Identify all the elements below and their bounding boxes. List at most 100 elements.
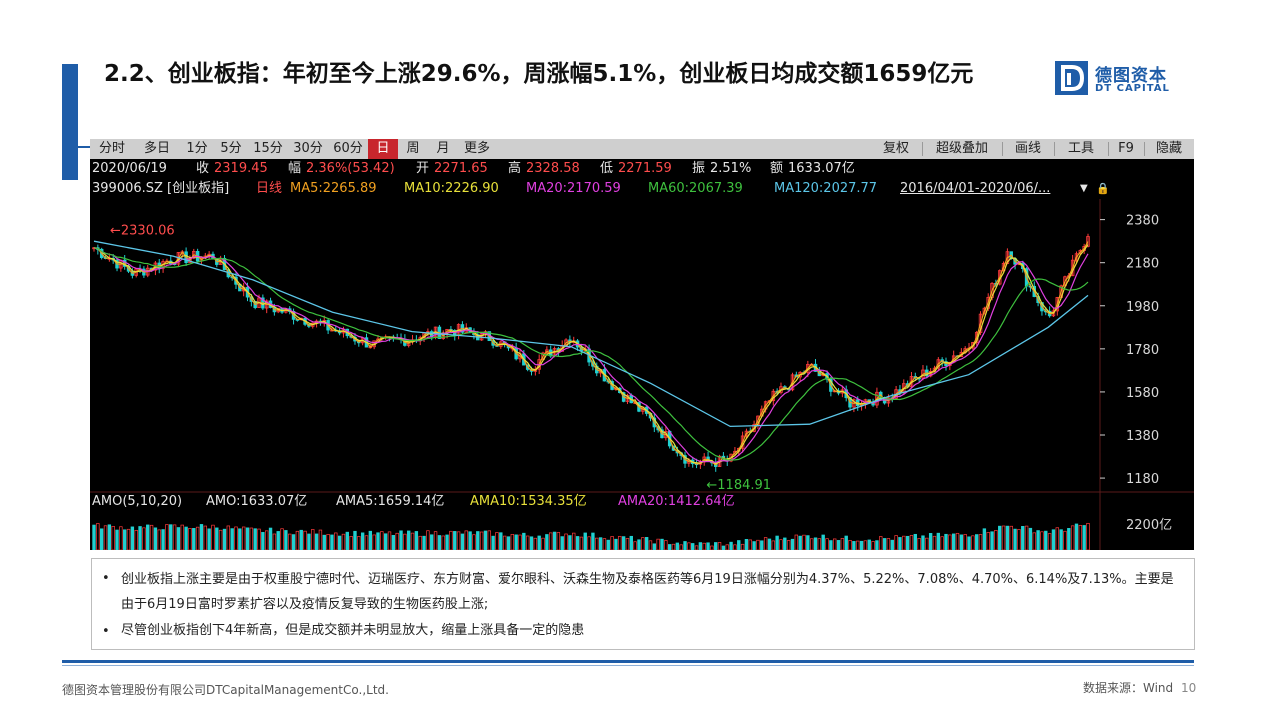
volume-bar	[809, 538, 814, 550]
toolbar-tab-1[interactable]: 多日	[134, 139, 180, 159]
volume-bar	[564, 533, 568, 550]
volume-legend-label: AMO:1633.07亿	[206, 494, 307, 509]
volume-legend-label: AMA10:1534.35亿	[470, 494, 587, 509]
volume-bar	[165, 524, 169, 550]
y-tick-label: 1580	[1126, 386, 1159, 401]
toolbar-tab-6[interactable]: 60分	[328, 139, 368, 159]
volume-bar	[456, 531, 461, 550]
volume-bar	[702, 542, 706, 550]
volume-bar	[836, 540, 841, 550]
volume-bar	[863, 540, 868, 550]
lock-icon[interactable]: 🔒	[1096, 179, 1110, 199]
volume-bar	[460, 533, 465, 550]
toolbar-tab-7[interactable]: 日	[368, 139, 398, 159]
volume-bar	[928, 533, 933, 550]
volume-bar	[368, 530, 373, 550]
volume-bar	[771, 540, 775, 550]
ma5-line	[93, 241, 1089, 466]
volume-bar	[936, 532, 941, 550]
amount-value: 1633.07亿	[788, 161, 855, 176]
volume-bar	[898, 537, 902, 550]
volume-bar	[595, 537, 599, 550]
volume-bar	[744, 539, 749, 550]
volume-bar	[207, 528, 211, 550]
volume-bar	[518, 534, 522, 550]
volume-bar	[913, 533, 917, 550]
volume-bar	[806, 535, 810, 550]
volume-bar	[330, 534, 334, 550]
volume-bar	[621, 536, 626, 550]
volume-bar	[353, 530, 357, 550]
toolbar-tool-3[interactable]: 工具	[1054, 139, 1108, 159]
volume-bar	[1047, 533, 1052, 550]
volume-bar	[652, 543, 657, 550]
volume-bar	[1028, 527, 1033, 550]
toolbar-tab-3[interactable]: 5分	[214, 139, 248, 159]
volume-bar	[641, 537, 645, 550]
volume-bar	[188, 528, 192, 550]
volume-bar	[491, 535, 495, 550]
toolbar-tab-5[interactable]: 30分	[288, 139, 328, 159]
volume-bar	[890, 539, 894, 550]
volume-bar	[909, 535, 914, 550]
volume-bar	[364, 535, 369, 550]
volume-bar	[502, 535, 507, 550]
volume-bar	[268, 527, 273, 550]
toolbar-tool-1[interactable]: 超级叠加	[922, 139, 1002, 159]
toolbar-tab-0[interactable]: 分时	[90, 139, 134, 159]
low-value: 2271.59	[618, 161, 672, 176]
volume-bar	[840, 538, 845, 550]
toolbar-separator	[1144, 142, 1145, 156]
volume-bar	[468, 531, 472, 550]
volume-bar	[963, 534, 967, 550]
index-code: 399006.SZ [创业板指]	[92, 181, 230, 196]
volume-bar	[341, 533, 346, 550]
volume-bar	[683, 541, 687, 550]
volume-bar	[921, 535, 925, 550]
volume-bar	[591, 532, 595, 550]
volume-bar	[1078, 525, 1083, 550]
toolbar-tool-4[interactable]: F9	[1108, 139, 1144, 159]
volume-bar	[1001, 525, 1006, 550]
volume-bar	[717, 542, 722, 550]
volume-bar	[115, 529, 119, 550]
volume-bar	[161, 529, 165, 550]
ma20-line	[93, 247, 1089, 464]
toolbar-tool-2[interactable]: 画线	[1002, 139, 1054, 159]
volume-bar	[556, 532, 561, 550]
date-range-selector[interactable]: 2016/04/01-2020/06/...	[900, 179, 1050, 199]
volume-bar	[349, 536, 353, 550]
extreme-value-label: ←1184.91	[706, 478, 771, 493]
volume-bar	[944, 533, 948, 550]
volume-bar	[760, 540, 764, 550]
volume-bar	[153, 527, 158, 550]
volume-bar	[859, 540, 864, 550]
volume-bar	[602, 538, 607, 550]
toolbar-tab-2[interactable]: 1分	[180, 139, 214, 159]
dropdown-arrow-icon[interactable]: ▼	[1080, 179, 1088, 199]
volume-bar	[376, 532, 380, 550]
toolbar-tool-5[interactable]: 隐藏	[1144, 139, 1194, 159]
volume-bar	[568, 535, 572, 550]
toolbar-tab-10[interactable]: 更多	[458, 139, 496, 159]
data-source: 数据来源：Wind	[1083, 681, 1174, 695]
volume-bar	[314, 533, 319, 550]
chart-toolbar: 分时 多日 1分 5分 15分 30分 60分日周月更多 复权 超级叠加 画线 工具 F9 隐藏	[90, 139, 1194, 159]
volume-bar	[249, 527, 254, 550]
volume-bar	[610, 536, 614, 550]
bullet-icon: •	[102, 571, 110, 586]
toolbar-tab-8[interactable]: 周	[398, 139, 428, 159]
amount-label: 额	[770, 161, 784, 176]
volume-bar	[149, 524, 154, 550]
volume-bar	[955, 532, 960, 550]
volume-bar	[1051, 529, 1056, 550]
toolbar-tool-0[interactable]: 复权	[870, 139, 922, 159]
extreme-value-label: ←2330.06	[110, 223, 175, 238]
volume-bar	[410, 532, 415, 550]
volume-bar	[848, 540, 852, 550]
volume-bar	[729, 541, 733, 550]
toolbar-tab-4[interactable]: 15分	[248, 139, 288, 159]
toolbar-tab-9[interactable]: 月	[428, 139, 458, 159]
kline-chart-panel: 分时 多日 1分 5分 15分 30分 60分日周月更多 复权 超级叠加 画线 工具 F9 隐藏 202…	[90, 139, 1194, 550]
volume-bar	[925, 537, 929, 550]
